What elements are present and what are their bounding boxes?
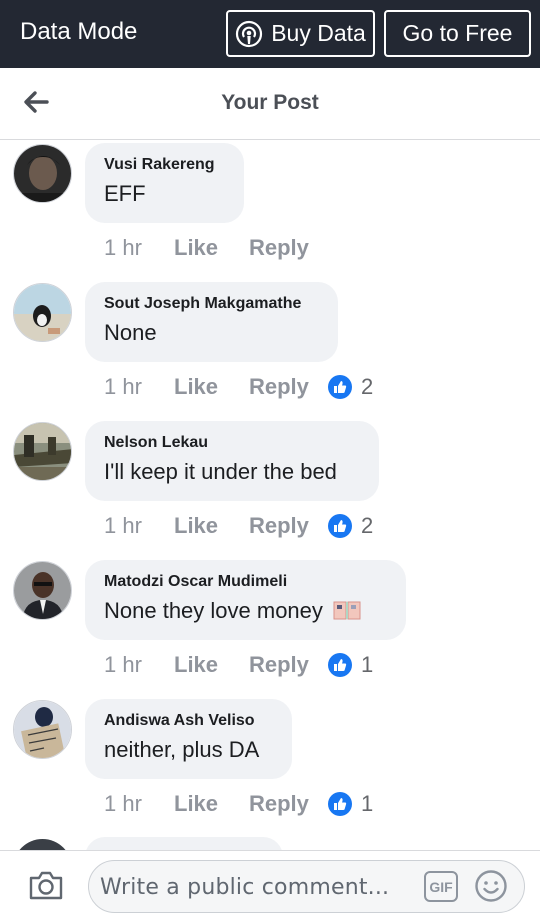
page-title: Your Post xyxy=(221,91,319,114)
reaction-summary[interactable]: 2 xyxy=(328,374,373,400)
comment-time: 1 hr xyxy=(104,791,142,816)
hotspot-icon xyxy=(236,20,263,47)
comment-input-placeholder: Write a public comment... xyxy=(100,875,390,900)
comment-text: None they love money xyxy=(104,598,323,623)
money-emoji-icon xyxy=(333,601,361,620)
comment-item: Sout Joseph Makgamathe None 1 hr Like Re… xyxy=(0,280,540,419)
like-link[interactable]: Like xyxy=(174,513,249,539)
reaction-count: 1 xyxy=(361,791,374,816)
camera-icon[interactable] xyxy=(28,869,64,901)
avatar[interactable] xyxy=(13,561,72,620)
comment-text: I'll keep it under the bed xyxy=(104,459,337,484)
go-to-free-button[interactable]: Go to Free xyxy=(384,10,531,57)
reaction-summary[interactable]: 1 xyxy=(328,791,373,817)
comment-time: 1 hr xyxy=(104,652,142,677)
like-reaction-icon xyxy=(328,792,352,816)
comment-author[interactable]: Andiswa Ash Veliso xyxy=(104,712,272,730)
comment-text: None xyxy=(104,320,157,345)
avatar[interactable] xyxy=(13,422,72,481)
comment-author[interactable]: Vusi Rakereng xyxy=(104,156,224,174)
comment-text: neither, plus DA xyxy=(104,737,260,762)
comment-time: 1 hr xyxy=(104,513,142,538)
comment-text: EFF xyxy=(104,181,146,206)
comment-meta: 1 hr Like Reply 2 xyxy=(104,372,373,402)
data-mode-label: Data Mode xyxy=(20,18,138,45)
buy-data-label: Buy Data xyxy=(271,20,366,46)
page-header: Your Post xyxy=(0,68,540,140)
data-mode-bar: Data Mode Buy Data Go to Free xyxy=(0,0,540,68)
comment-meta: 1 hr Like Reply xyxy=(104,233,328,263)
comment-time: 1 hr xyxy=(104,374,142,399)
buy-data-button[interactable]: Buy Data xyxy=(226,10,375,57)
comment-author[interactable]: Nelson Lekau xyxy=(104,434,359,452)
comment-item: Vusi Rakereng EFF 1 hr Like Reply xyxy=(0,141,540,280)
comment-input[interactable]: Write a public comment... GIF xyxy=(88,860,525,913)
like-link[interactable]: Like xyxy=(174,652,249,678)
comment-bubble[interactable]: Andiswa Ash Veliso neither, plus DA xyxy=(85,699,292,779)
smiley-icon[interactable] xyxy=(474,869,508,903)
like-link[interactable]: Like xyxy=(174,791,249,817)
comment-bubble[interactable]: Nelson Lekau I'll keep it under the bed xyxy=(85,421,379,501)
reaction-count: 1 xyxy=(361,652,374,677)
avatar[interactable] xyxy=(13,283,72,342)
reaction-count: 2 xyxy=(361,513,374,538)
like-reaction-icon xyxy=(328,653,352,677)
comment-item: Nelson Lekau I'll keep it under the bed … xyxy=(0,419,540,558)
go-to-free-label: Go to Free xyxy=(402,20,513,46)
like-link[interactable]: Like xyxy=(174,374,249,400)
comment-time: 1 hr xyxy=(104,235,142,260)
comment-meta: 1 hr Like Reply 2 xyxy=(104,511,373,541)
gif-icon[interactable]: GIF xyxy=(424,871,458,902)
comment-author[interactable]: Matodzi Oscar Mudimeli xyxy=(104,573,386,591)
reply-link[interactable]: Reply xyxy=(249,791,328,817)
like-reaction-icon xyxy=(328,375,352,399)
comment-bubble[interactable]: Sout Joseph Makgamathe None xyxy=(85,282,338,362)
reply-link[interactable]: Reply xyxy=(249,235,328,261)
reply-link[interactable]: Reply xyxy=(249,652,328,678)
like-reaction-icon xyxy=(328,514,352,538)
comment-text-row: None they love money xyxy=(104,598,386,624)
reply-link[interactable]: Reply xyxy=(249,513,328,539)
comment-meta: 1 hr Like Reply 1 xyxy=(104,650,373,680)
like-link[interactable]: Like xyxy=(174,235,249,261)
avatar[interactable] xyxy=(13,700,72,759)
comment-meta: 1 hr Like Reply 1 xyxy=(104,789,373,819)
gif-label: GIF xyxy=(429,878,453,895)
comment-composer: Write a public comment... GIF xyxy=(0,850,540,921)
reaction-summary[interactable]: 2 xyxy=(328,513,373,539)
comment-list[interactable]: Vusi Rakereng EFF 1 hr Like Reply Sout J… xyxy=(0,141,540,850)
avatar[interactable] xyxy=(13,144,72,203)
comment-bubble[interactable]: Matodzi Oscar Mudimeli None they love mo… xyxy=(85,560,406,640)
reaction-count: 2 xyxy=(361,374,374,399)
comment-author[interactable]: Sout Joseph Makgamathe xyxy=(104,295,318,313)
reply-link[interactable]: Reply xyxy=(249,374,328,400)
comment-item: Matodzi Oscar Mudimeli None they love mo… xyxy=(0,558,540,697)
comment-item: Andiswa Ash Veliso neither, plus DA 1 hr… xyxy=(0,697,540,836)
reaction-summary[interactable]: 1 xyxy=(328,652,373,678)
comment-bubble[interactable]: Vusi Rakereng EFF xyxy=(85,143,244,223)
